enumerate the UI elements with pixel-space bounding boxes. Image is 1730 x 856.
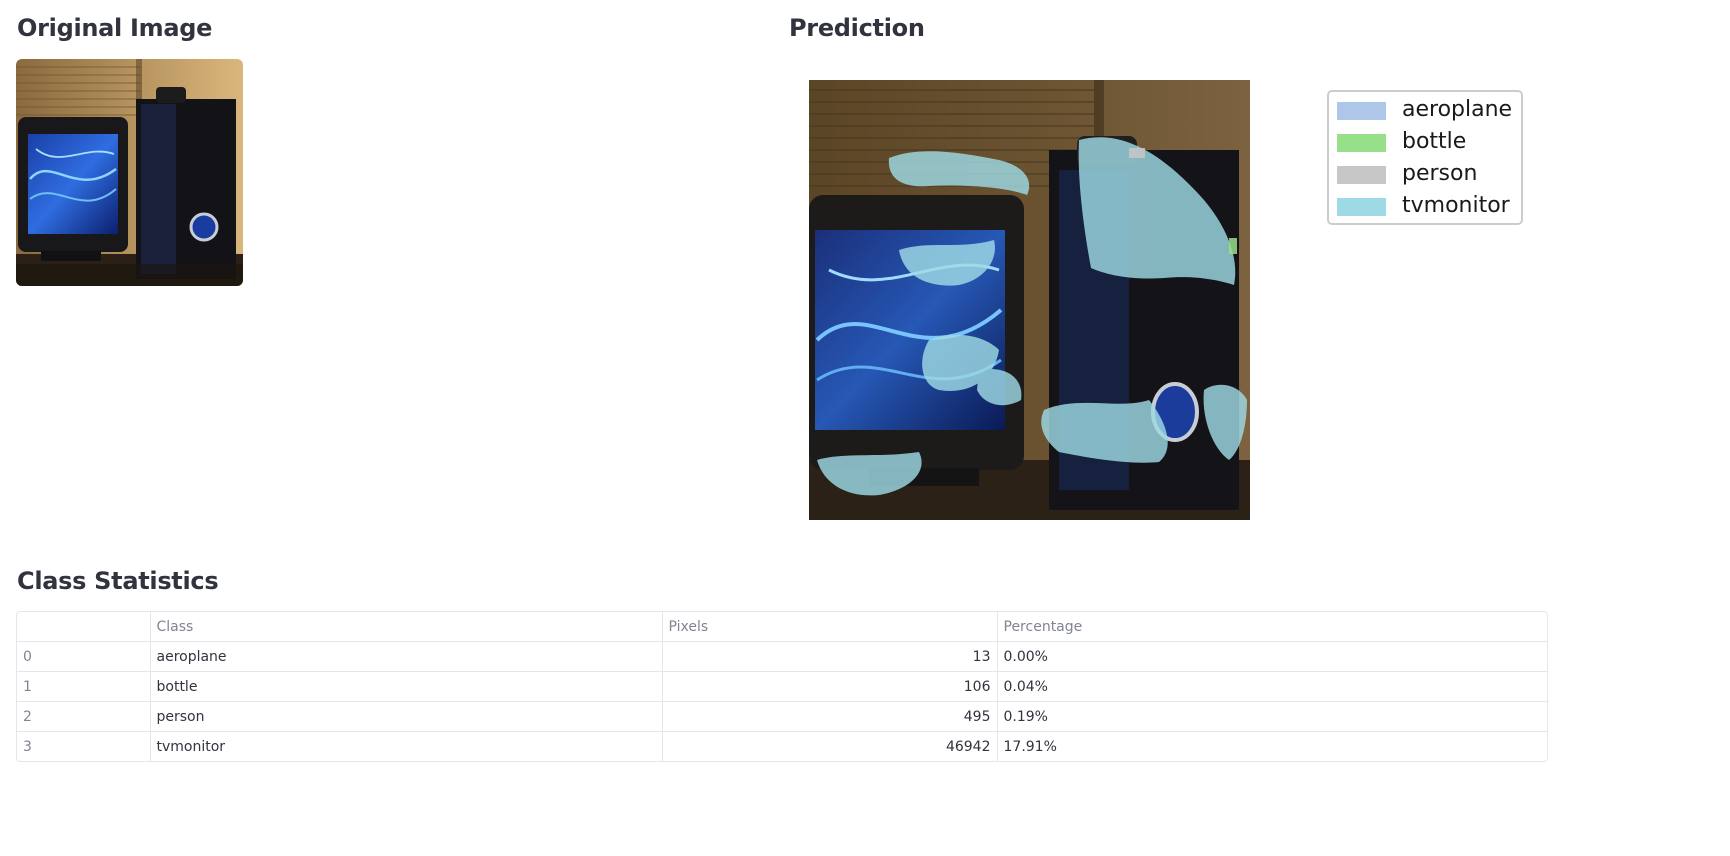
legend-item-tvmonitor: tvmonitor <box>1329 192 1521 224</box>
table-row: 1 bottle 106 0.04% <box>17 671 1547 702</box>
cell-percentage[interactable]: 0.00% <box>997 641 1547 672</box>
cell-pixels[interactable]: 106 <box>662 671 998 702</box>
cell-pixels[interactable]: 495 <box>662 701 998 732</box>
cell-class[interactable]: person <box>150 701 663 732</box>
legend-item-person: person <box>1329 160 1521 192</box>
cell-percentage[interactable]: 0.04% <box>997 671 1547 702</box>
cell-class[interactable]: bottle <box>150 671 663 702</box>
row-index[interactable]: 3 <box>17 731 151 761</box>
column-header-class[interactable]: Class <box>150 612 663 642</box>
class-statistics-table[interactable]: Class Pixels Percentage 0 aeroplane 13 0… <box>16 611 1548 762</box>
class-statistics-title: Class Statistics <box>17 567 219 595</box>
legend-label: bottle <box>1402 129 1467 154</box>
cell-pixels[interactable]: 13 <box>662 641 998 672</box>
column-header-pixels[interactable]: Pixels <box>662 612 998 642</box>
row-index[interactable]: 1 <box>17 671 151 702</box>
cell-class[interactable]: aeroplane <box>150 641 663 672</box>
column-header-index[interactable] <box>17 612 151 642</box>
original-image <box>16 59 243 286</box>
legend-item-bottle: bottle <box>1329 128 1521 160</box>
original-image-title: Original Image <box>17 14 213 42</box>
row-index[interactable]: 2 <box>17 701 151 732</box>
table-row: 3 tvmonitor 46942 17.91% <box>17 731 1547 762</box>
cell-pixels[interactable]: 46942 <box>662 731 998 761</box>
table-row: 2 person 495 0.19% <box>17 701 1547 732</box>
cell-percentage[interactable]: 17.91% <box>997 732 1547 762</box>
legend-label: aeroplane <box>1402 97 1513 122</box>
cell-class[interactable]: tvmonitor <box>150 731 663 761</box>
prediction-legend: aeroplane bottle person tvmonitor <box>1327 90 1523 225</box>
legend-item-aeroplane: aeroplane <box>1329 96 1521 128</box>
column-header-percentage[interactable]: Percentage <box>997 612 1547 642</box>
legend-swatch <box>1337 198 1386 216</box>
legend-swatch <box>1337 166 1386 184</box>
prediction-image <box>809 80 1250 520</box>
table-row: 0 aeroplane 13 0.00% <box>17 641 1547 672</box>
cell-percentage[interactable]: 0.19% <box>997 701 1547 732</box>
row-index[interactable]: 0 <box>17 641 151 672</box>
table-header-row: Class Pixels Percentage <box>17 612 1547 642</box>
legend-label: person <box>1402 161 1478 186</box>
prediction-title: Prediction <box>789 14 925 42</box>
legend-swatch <box>1337 134 1386 152</box>
legend-label: tvmonitor <box>1402 193 1510 218</box>
legend-swatch <box>1337 102 1386 120</box>
